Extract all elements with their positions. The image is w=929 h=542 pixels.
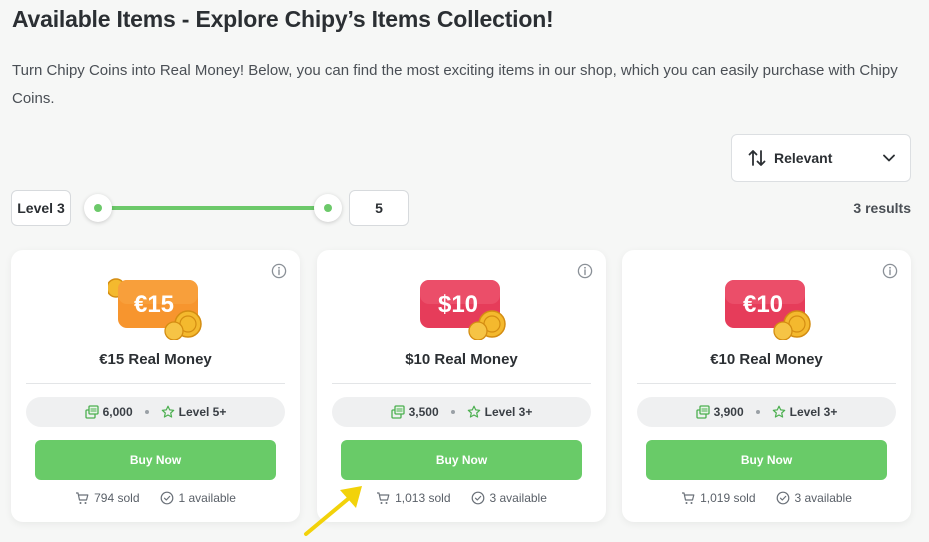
annotation-arrow-icon [304, 486, 362, 536]
buy-now-button[interactable]: Buy Now [35, 440, 276, 480]
results-count: 3 results [853, 200, 911, 216]
sold-count: 1,019 sold [700, 491, 756, 505]
item-title: €10 Real Money [710, 351, 823, 368]
item-price: 6,000 [102, 405, 133, 419]
coins-icon [695, 405, 710, 419]
item-stats: 1,019 sold 3 available [622, 491, 911, 505]
item-card[interactable]: €10 €10 Real Money 3,900 Level 3+ Buy No… [622, 250, 911, 522]
cart-icon [682, 492, 695, 504]
item-meta: 6,000 Level 5+ [26, 397, 285, 427]
available-count: 3 available [489, 491, 547, 505]
slider-thumb-max[interactable] [314, 194, 342, 222]
item-level: Level 3+ [789, 405, 838, 419]
money-badge-image: $10 [419, 280, 506, 340]
available-count: 1 available [178, 491, 236, 505]
coins-icon [390, 405, 405, 419]
sold-count: 1,013 sold [395, 491, 451, 505]
sort-dropdown[interactable]: Relevant [731, 134, 911, 182]
divider [26, 383, 285, 384]
item-title: $10 Real Money [405, 351, 518, 368]
buy-now-button[interactable]: Buy Now [646, 440, 887, 480]
slider-thumb-min[interactable] [84, 194, 112, 222]
item-price: 3,500 [408, 405, 439, 419]
check-circle-icon [160, 491, 173, 505]
buy-now-button[interactable]: Buy Now [341, 440, 582, 480]
coins-icon [84, 405, 99, 419]
divider [637, 383, 896, 384]
level-max-input[interactable]: 5 [349, 190, 409, 226]
check-circle-icon [776, 491, 789, 505]
item-meta: 3,900 Level 3+ [637, 397, 896, 427]
item-price: 3,900 [713, 405, 744, 419]
star-icon [161, 405, 174, 418]
info-icon[interactable] [882, 263, 898, 279]
divider [332, 383, 591, 384]
star-icon [467, 405, 480, 418]
money-badge-image: €15 [107, 278, 202, 340]
level-range-slider[interactable] [84, 194, 342, 222]
sold-count: 794 sold [94, 491, 140, 505]
slider-track [98, 206, 328, 210]
item-level: Level 3+ [484, 405, 533, 419]
level-min-input[interactable]: Level 3 [11, 190, 71, 226]
item-meta: 3,500 Level 3+ [332, 397, 591, 427]
item-stats: 794 sold 1 available [11, 491, 300, 505]
star-icon [772, 405, 785, 418]
chevron-down-icon [883, 154, 895, 162]
check-circle-icon [471, 491, 484, 505]
cart-icon [377, 492, 390, 504]
sort-label: Relevant [774, 150, 833, 166]
item-card[interactable]: €15 €15 Real Money 6,000 Level 5+ Buy No… [11, 250, 300, 522]
page-title: Available Items - Explore Chipy’s Items … [12, 6, 554, 32]
separator-dot [144, 410, 149, 414]
separator-dot [755, 410, 760, 414]
sort-arrows-icon [748, 150, 766, 166]
info-icon[interactable] [577, 263, 593, 279]
available-count: 3 available [794, 491, 852, 505]
cart-icon [76, 492, 89, 504]
item-title: €15 Real Money [99, 351, 212, 368]
item-level: Level 5+ [178, 405, 227, 419]
info-icon[interactable] [271, 263, 287, 279]
money-badge-image: €10 [724, 280, 811, 340]
badge-label: €15 [133, 291, 173, 318]
separator-dot [450, 410, 455, 414]
badge-label: $10 [437, 291, 477, 318]
badge-label: €10 [742, 291, 782, 318]
page-description: Turn Chipy Coins into Real Money! Below,… [12, 62, 898, 107]
